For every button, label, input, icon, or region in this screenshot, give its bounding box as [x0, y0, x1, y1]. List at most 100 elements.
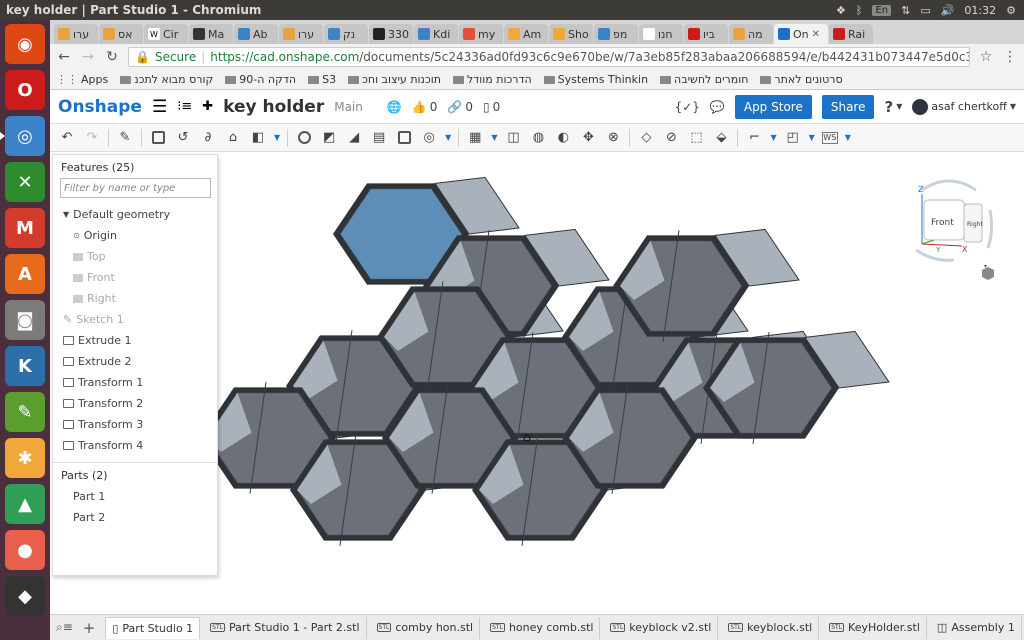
element-tab[interactable]: STL KeyHolder.stl	[823, 616, 927, 639]
insert-icon[interactable]: ✚	[202, 99, 213, 114]
browser-tab[interactable]: On ✕	[774, 24, 828, 44]
feature-row-extrude-2[interactable]: Extrude 2	[53, 351, 217, 372]
bookmark-star-icon[interactable]: ☆	[978, 49, 994, 65]
feature-row-transform-4[interactable]: Transform 4	[53, 435, 217, 456]
filter-input[interactable]: Filter by name or type	[60, 178, 211, 198]
browser-tab[interactable]: Sho	[549, 24, 593, 44]
feature-row-transform-3[interactable]: Transform 3	[53, 414, 217, 435]
browser-tab[interactable]: Rai	[829, 24, 873, 44]
view-cube[interactable]: Front Right Z Y X ▾	[904, 170, 994, 280]
delete-face-icon[interactable]: ⊘	[662, 129, 680, 147]
revolve-icon[interactable]: ↺	[174, 129, 192, 147]
sheet-metal-icon[interactable]: ⌐	[745, 129, 763, 147]
reload-button[interactable]: ↻	[104, 49, 120, 65]
sweep-icon[interactable]: ∂	[199, 129, 217, 147]
browser-tab[interactable]: my	[459, 24, 503, 44]
gmail-icon[interactable]: M	[5, 208, 45, 248]
element-tab[interactable]: STL honey comb.stl	[484, 616, 601, 639]
feature-row-transform-2[interactable]: Transform 2	[53, 393, 217, 414]
bookmark-item[interactable]: תוכנות עיצוב וחכ	[348, 73, 441, 86]
volume-icon[interactable]: 🔊	[941, 4, 955, 17]
move-face-icon[interactable]: ⬚	[687, 129, 705, 147]
chevron-down-icon[interactable]: ▼	[770, 133, 776, 142]
bookmark-item[interactable]: הדרכות מוודל	[453, 73, 532, 86]
bookmark-item[interactable]: S3	[308, 73, 336, 86]
element-tab[interactable]: ▯ Part Studio 1	[105, 616, 201, 639]
document-name[interactable]: key holder	[223, 97, 324, 117]
chevron-down-icon[interactable]: ▼	[491, 133, 497, 142]
draft-icon[interactable]: ◢	[345, 129, 363, 147]
close-tab-icon[interactable]: ✕	[812, 29, 820, 40]
software-center-icon[interactable]: A	[5, 254, 45, 294]
chevron-down-icon[interactable]: ▼	[809, 133, 815, 142]
camera-icon[interactable]: ◙	[5, 300, 45, 340]
settings-gear-icon[interactable]: ⚙	[1006, 4, 1016, 17]
redo-icon[interactable]: ↷	[83, 129, 101, 147]
forward-button[interactable]: →	[80, 49, 96, 65]
loft-icon[interactable]: ⌂	[224, 129, 242, 147]
browser-tab[interactable]: Kdi	[414, 24, 458, 44]
mirror-icon[interactable]: ◫	[504, 129, 522, 147]
help-button[interactable]: ? ▼	[884, 98, 902, 116]
asana-icon[interactable]: ●	[5, 530, 45, 570]
keyboard-language[interactable]: En	[872, 4, 892, 16]
battery-icon[interactable]: ▭	[920, 4, 930, 17]
feature-row-extrude-1[interactable]: Extrude 1	[53, 330, 217, 351]
part-row-1[interactable]: Part 1	[53, 486, 217, 507]
dropbox-icon[interactable]: ❖	[836, 4, 846, 17]
sketch-icon[interactable]: ✎	[116, 129, 134, 147]
browser-tab[interactable]: Ab	[234, 24, 278, 44]
bookmark-item[interactable]: Systems Thinkin	[543, 73, 648, 86]
rib-icon[interactable]: ▤	[370, 129, 388, 147]
photos-icon[interactable]: ✱	[5, 438, 45, 478]
browser-tab[interactable]: מפ	[594, 24, 638, 44]
feature-row-sketch[interactable]: ✎ Sketch 1	[53, 309, 217, 330]
undo-icon[interactable]: ↶	[58, 129, 76, 147]
bookmark-item[interactable]: ⋮⋮ Apps	[56, 73, 108, 86]
url-input[interactable]: 🔒 Secure | https://cad.onshape.com/docum…	[128, 47, 970, 67]
feature-list-icon[interactable]: ⁝≡	[177, 99, 192, 114]
add-element-button[interactable]: +	[83, 619, 96, 637]
search-tabs-icon[interactable]: ⌕≡	[56, 620, 73, 635]
browser-tab[interactable]: אס	[99, 24, 143, 44]
split-icon[interactable]: ◐	[554, 129, 572, 147]
featurescript-ws-icon[interactable]: WS	[821, 131, 838, 144]
boolean-icon[interactable]: ◍	[529, 129, 547, 147]
xmind-icon[interactable]: ✕	[5, 162, 45, 202]
bookmark-item[interactable]: חומרים לחשיבה	[660, 73, 748, 86]
chromium-icon[interactable]: ◎	[0, 116, 45, 156]
thicken-icon[interactable]: ◧	[249, 129, 267, 147]
clock[interactable]: 01:32	[964, 4, 996, 17]
kodi-icon[interactable]: K	[5, 346, 45, 386]
element-tab[interactable]: STL keyblock.stl	[722, 616, 820, 639]
browser-tab[interactable]: Ma	[189, 24, 233, 44]
likes-count[interactable]: 👍 0	[412, 100, 438, 114]
plane-icon[interactable]: ◇	[637, 129, 655, 147]
public-globe-icon[interactable]: 🌐	[387, 100, 402, 114]
chevron-down-icon[interactable]: ▼	[445, 133, 451, 142]
chevron-down-icon[interactable]: ▼	[274, 133, 280, 142]
paint-icon[interactable]: ✎	[5, 392, 45, 432]
default-geometry-row[interactable]: ▼ Default geometry	[53, 204, 217, 225]
element-tab[interactable]: STL Part Studio 1 - Part 2.stl	[204, 616, 367, 639]
fillet-icon[interactable]	[295, 129, 313, 147]
transform-icon[interactable]: ✥	[579, 129, 597, 147]
copies-count[interactable]: ▯ 0	[483, 100, 500, 114]
onshape-logo[interactable]: Onshape	[58, 97, 142, 117]
app-store-button[interactable]: App Store	[734, 94, 812, 119]
view-cube-graphic[interactable]: Front Right Z Y X ▾	[904, 170, 994, 280]
extrude-icon[interactable]	[149, 129, 167, 147]
bookmark-item[interactable]: קורס מבוא לתכנ	[120, 73, 213, 86]
network-icon[interactable]: ⇅	[901, 4, 910, 17]
bookmark-item[interactable]: סרטונים לאתר	[760, 73, 843, 86]
shell-icon[interactable]	[395, 129, 413, 147]
browser-tab[interactable]: חנו	[639, 24, 683, 44]
chevron-down-icon[interactable]: ▼	[845, 133, 851, 142]
browser-tab[interactable]: נק	[324, 24, 368, 44]
element-tab[interactable]: ◫ Assembly 1	[931, 616, 1022, 639]
browser-tab[interactable]: 330	[369, 24, 413, 44]
hole-icon[interactable]: ◎	[420, 129, 438, 147]
plane-row-right[interactable]: Right	[53, 288, 217, 309]
inkscape-icon[interactable]: ◆	[5, 576, 45, 616]
drive-icon[interactable]: ▲	[5, 484, 45, 524]
